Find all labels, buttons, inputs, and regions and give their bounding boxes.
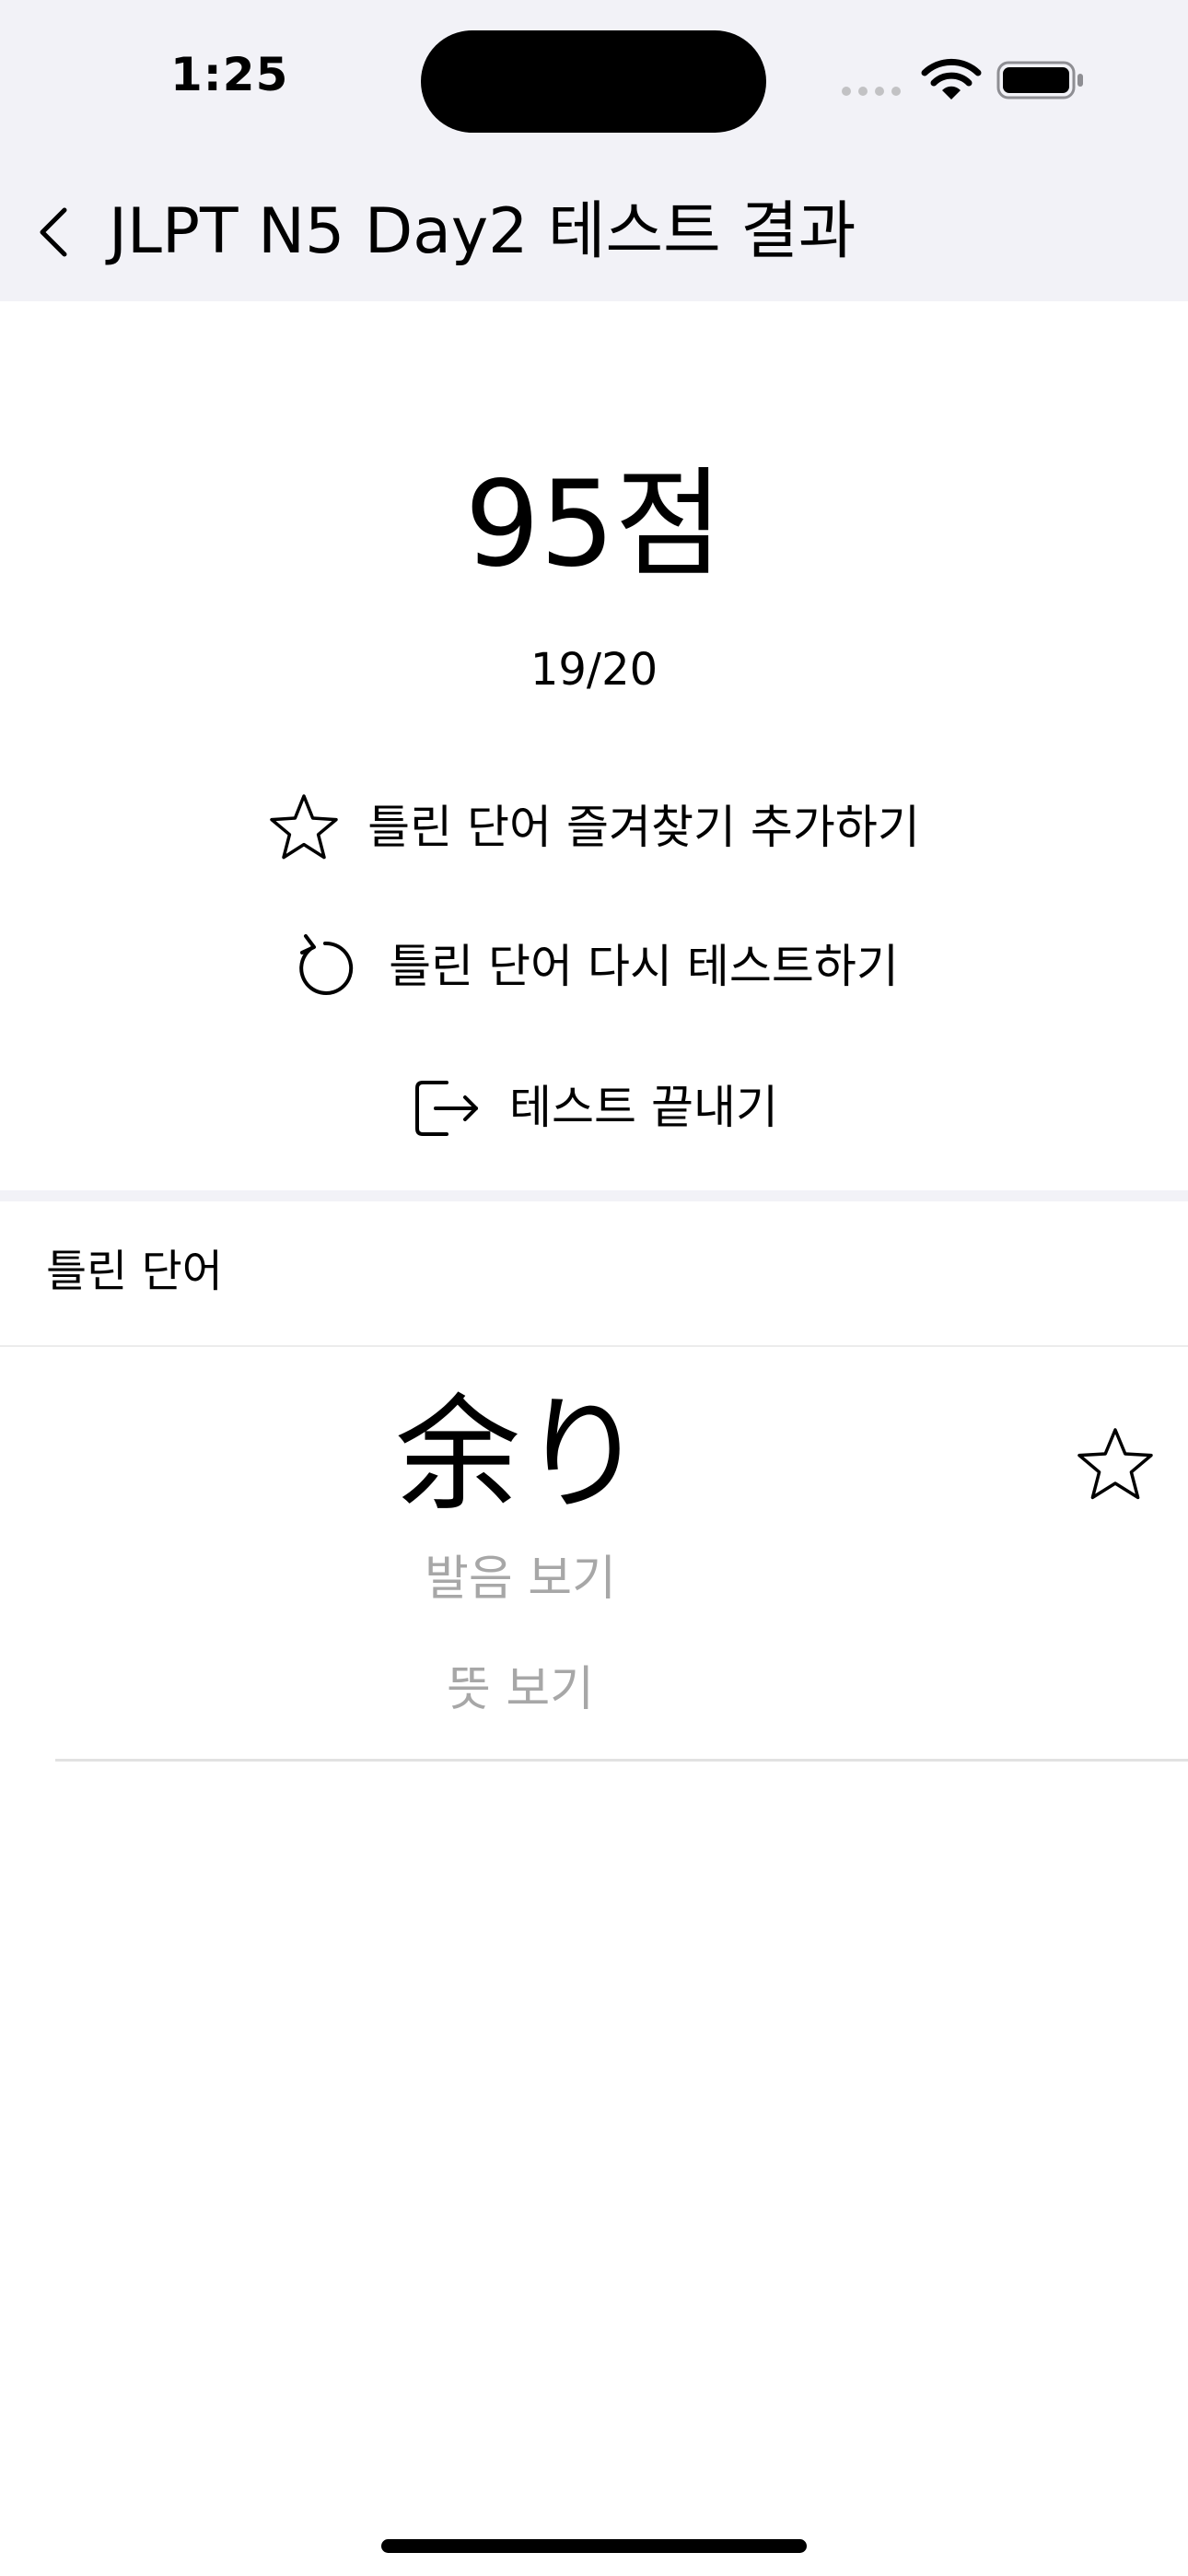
dynamic-island (421, 30, 766, 133)
battery-icon (996, 61, 1083, 100)
retry-arrow-icon (299, 934, 354, 995)
wrong-words-title: 틀린 단어 (46, 1246, 223, 1297)
page-title: JLPT N5 Day2 테스트 결과 (109, 195, 856, 268)
retest-wrong-words-button[interactable]: 틀린 단어 다시 테스트하기 (0, 920, 1188, 1013)
list-divider (55, 1759, 1188, 1762)
retry-action-label: 틀린 단어 다시 테스트하기 (389, 940, 899, 993)
score-value: 95점 (464, 456, 724, 593)
signal-dots-icon (842, 87, 901, 96)
favorite-action-label: 틀린 단어 즐겨찾기 추가하기 (367, 801, 920, 854)
end-test-button[interactable]: 테스트 끝내기 (0, 1061, 1188, 1153)
wifi-icon (921, 58, 982, 100)
show-reading-button[interactable]: 발음 보기 (0, 1550, 1041, 1609)
show-meaning-button[interactable]: 뜻 보기 (0, 1660, 1041, 1719)
section-divider (0, 1190, 1188, 1201)
end-test-label: 테스트 끝내기 (509, 1081, 778, 1134)
star-outline-icon (270, 794, 338, 860)
correct-count: 19/20 (530, 644, 658, 696)
wrong-word-card: 余り 발음 보기 뜻 보기 (0, 1347, 1188, 1762)
status-time: 1:25 (170, 48, 289, 101)
word-text: 余り (395, 1383, 646, 1528)
back-button[interactable] (28, 195, 83, 269)
favorite-star-icon[interactable] (1076, 1424, 1155, 1504)
add-wrong-words-to-favorites-button[interactable]: 틀린 단어 즐겨찾기 추가하기 (0, 781, 1188, 873)
home-indicator[interactable] (381, 2539, 807, 2553)
exit-door-icon (415, 1081, 479, 1136)
